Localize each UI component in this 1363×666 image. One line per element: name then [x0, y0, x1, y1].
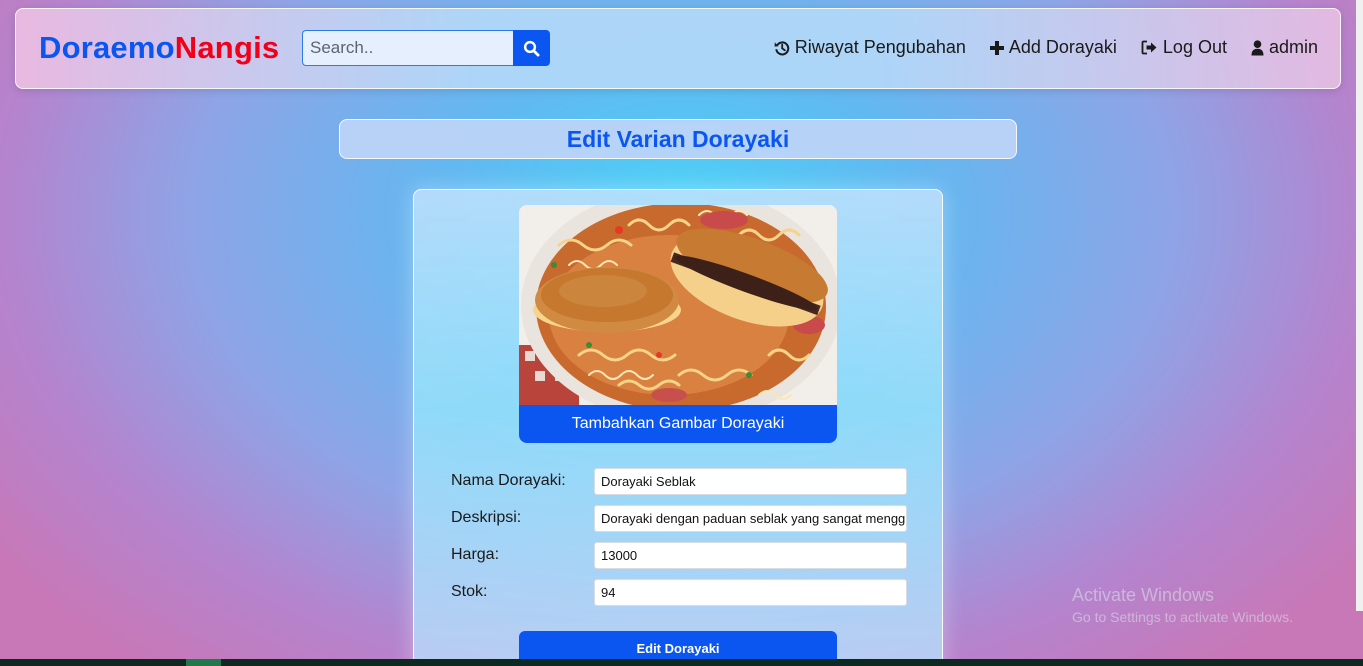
- add-image-button[interactable]: Tambahkan Gambar Dorayaki: [519, 405, 837, 443]
- search-bar: [302, 30, 550, 66]
- deskripsi-input[interactable]: [594, 505, 907, 532]
- dorayaki-image: [519, 205, 837, 405]
- nama-label: Nama Dorayaki:: [451, 472, 566, 489]
- field-row-deskripsi: Deskripsi:: [451, 505, 907, 532]
- plus-icon: [989, 40, 1004, 55]
- nav-add-dorayaki[interactable]: Add Dorayaki: [989, 37, 1117, 58]
- user-icon: [1251, 39, 1264, 55]
- watermark-line2: Go to Settings to activate Windows.: [1072, 609, 1293, 625]
- deskripsi-label: Deskripsi:: [451, 509, 522, 526]
- windows-activation-watermark: Activate Windows Go to Settings to activ…: [1072, 585, 1293, 625]
- edit-form-card: Tambahkan Gambar Dorayaki Nama Dorayaki:…: [413, 189, 943, 666]
- brand-name-part1: Doraemo: [39, 30, 175, 65]
- stok-label: Stok:: [451, 583, 488, 600]
- sign-out-icon: [1141, 40, 1157, 55]
- page-title-box: Edit Varian Dorayaki: [339, 119, 1017, 159]
- watermark-line1: Activate Windows: [1072, 585, 1215, 605]
- stok-input[interactable]: [594, 579, 907, 606]
- nav-user-admin[interactable]: admin: [1251, 37, 1318, 58]
- nav-link-label: admin: [1268, 37, 1318, 57]
- history-icon: [774, 40, 789, 55]
- nav-link-label: Add Dorayaki: [1008, 37, 1117, 57]
- harga-label: Harga:: [451, 546, 500, 563]
- search-icon: [523, 40, 540, 56]
- nav-link-label: Log Out: [1162, 37, 1227, 57]
- nav-link-label: Riwayat Pengubahan: [794, 37, 966, 57]
- brand-name-part2: Nangis: [174, 30, 280, 65]
- taskbar: [0, 659, 1363, 666]
- page-title: Edit Varian Dorayaki: [566, 125, 790, 152]
- field-row-nama: Nama Dorayaki:: [451, 468, 907, 495]
- field-row-stok: Stok:: [451, 579, 907, 606]
- nav-riwayat-pengubahan[interactable]: Riwayat Pengubahan: [774, 37, 966, 58]
- scrollbar[interactable]: [1356, 0, 1363, 611]
- nama-dorayaki-input[interactable]: [594, 468, 907, 495]
- brand-logo[interactable]: DoraemoNangis: [39, 30, 279, 66]
- field-row-harga: Harga:: [451, 542, 907, 569]
- navbar: DoraemoNangis Riwayat Pengubahan Add Dor…: [15, 8, 1341, 89]
- search-button[interactable]: [513, 30, 550, 66]
- harga-input[interactable]: [594, 542, 907, 569]
- taskbar-active-app[interactable]: [186, 659, 221, 666]
- nav-links: Riwayat Pengubahan Add Dorayaki Log Out …: [774, 37, 1318, 58]
- search-input[interactable]: [302, 30, 513, 66]
- nav-log-out[interactable]: Log Out: [1141, 37, 1227, 58]
